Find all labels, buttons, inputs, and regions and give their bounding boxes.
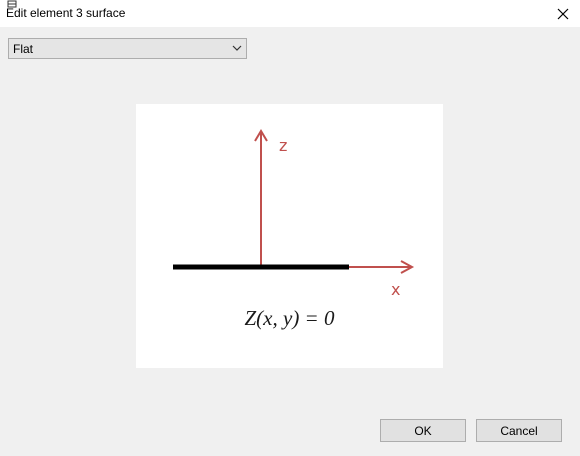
close-icon — [557, 8, 569, 19]
edit-surface-dialog: Edit element 3 surface Flat z x Z(x, y) … — [0, 0, 580, 456]
surface-formula: Z(x, y) = 0 — [136, 306, 443, 331]
title-bar: Edit element 3 surface — [0, 0, 580, 27]
surface-type-select[interactable]: Flat — [8, 38, 247, 59]
x-axis-label: x — [391, 280, 401, 299]
chevron-down-icon — [232, 45, 242, 51]
surface-preview: z x Z(x, y) = 0 — [136, 104, 443, 368]
close-button[interactable] — [546, 0, 580, 27]
window-title: Edit element 3 surface — [6, 6, 126, 20]
ok-button[interactable]: OK — [380, 419, 466, 442]
surface-type-value: Flat — [13, 42, 34, 56]
z-axis-label: z — [279, 136, 288, 155]
cancel-button[interactable]: Cancel — [476, 419, 562, 442]
surface-formula-text: Z(x, y) = 0 — [244, 306, 335, 330]
